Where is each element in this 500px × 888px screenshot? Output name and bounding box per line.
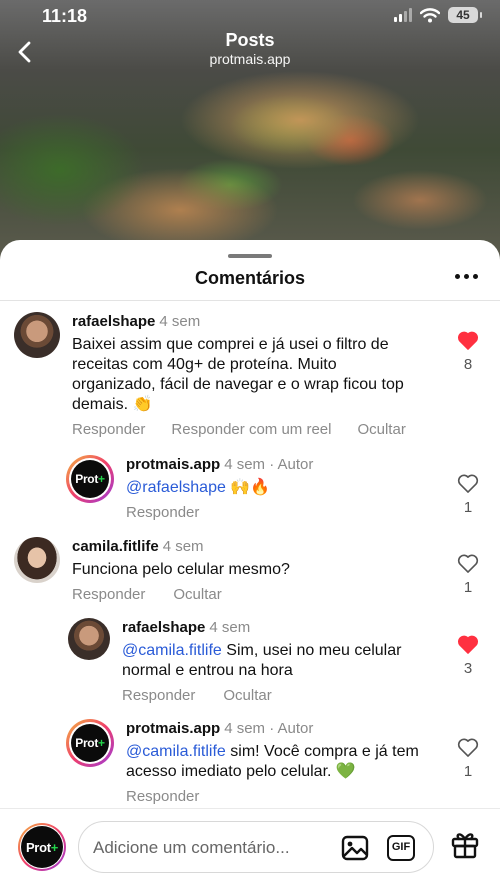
comment: camila.fitlife 4 sem Funciona pelo celula…	[14, 537, 444, 603]
comment-text: Baixei assim que comprei e já usei o fil…	[72, 336, 404, 413]
reply-with-reel-button[interactable]: Responder com um reel	[171, 421, 331, 438]
comment-actions: Responder Ocultar	[72, 586, 290, 603]
nav-title: Posts	[225, 30, 275, 50]
comment-meta: protmais.app 4 sem · Autor	[126, 719, 426, 739]
comment-username[interactable]: rafaelshape	[122, 619, 205, 636]
status-time: 11:18	[42, 6, 88, 26]
comment-actions: Responder	[126, 504, 313, 521]
comment-username[interactable]: camila.fitlife	[72, 538, 159, 555]
comment-meta: camila.fitlife 4 sem	[72, 537, 290, 557]
comment-actions: Responder	[126, 788, 426, 805]
comment-meta: protmais.app 4 sem · Autor	[126, 455, 313, 475]
reply-button[interactable]: Responder	[126, 788, 199, 805]
comment-text-body: 🙌🔥	[225, 479, 271, 496]
comment-text: @camila.fitlife Sim, usei no meu celular…	[122, 641, 422, 681]
avatar[interactable]	[14, 312, 60, 358]
comment: rafaelshape 4 sem Baixei assim que compre…	[14, 312, 444, 438]
comment-time: 4 sem · Autor	[224, 456, 314, 473]
comment-reply: rafaelshape 4 sem @camila.fitlife Sim, us…	[68, 618, 438, 704]
brand-avatar-plus: +	[50, 839, 59, 855]
gift-icon[interactable]	[450, 829, 480, 859]
comment-username[interactable]: protmais.app	[126, 456, 220, 473]
status-bar: 11:18 45	[0, 0, 500, 32]
heart-icon	[457, 474, 479, 493]
comment-reply: Prot + protmais.app 4 sem · Autor @rafaels…	[66, 455, 436, 521]
battery-icon: 45	[448, 7, 482, 23]
wifi-icon	[420, 7, 440, 22]
hide-button[interactable]: Ocultar	[223, 687, 271, 704]
like-count: 1	[463, 499, 473, 516]
like-count: 1	[463, 763, 473, 780]
like-button[interactable]: 8	[453, 330, 483, 373]
reply-button[interactable]: Responder	[72, 421, 145, 438]
brand-avatar-text: Prot	[75, 472, 99, 486]
cellular-signal-icon	[394, 8, 412, 22]
hide-button[interactable]: Ocultar	[357, 421, 405, 438]
like-count: 3	[463, 660, 473, 677]
like-button[interactable]: 3	[453, 634, 483, 677]
brand-avatar-text: Prot	[75, 736, 99, 750]
heart-icon	[457, 554, 479, 573]
mention-link[interactable]: @rafaelshape	[126, 479, 226, 496]
avatar[interactable]: Prot +	[66, 455, 114, 503]
comment-actions: Responder Responder com um reel Ocultar	[72, 421, 412, 438]
comment-time: 4 sem	[209, 619, 251, 636]
avatar[interactable]	[68, 618, 110, 660]
sheet-title: Comentários	[194, 268, 306, 288]
nav-subtitle[interactable]: protmais.app	[0, 50, 500, 68]
like-button[interactable]: 1	[453, 553, 483, 596]
brand-avatar-plus: +	[98, 736, 105, 750]
comment-username[interactable]: protmais.app	[126, 720, 220, 737]
current-user-avatar: Prot +	[18, 823, 66, 871]
image-icon[interactable]	[341, 835, 369, 861]
brand-avatar-text: Prot	[25, 839, 51, 855]
mention-link[interactable]: @camila.fitlife	[122, 642, 222, 659]
like-count: 1	[463, 579, 473, 596]
like-button[interactable]: 1	[453, 737, 483, 780]
reply-button[interactable]: Responder	[122, 687, 195, 704]
avatar[interactable]: Prot +	[66, 719, 114, 767]
hide-button[interactable]: Ocultar	[173, 586, 221, 603]
comment-text: @camila.fitlife sim! Você compra e já te…	[126, 742, 426, 782]
like-button[interactable]: 1	[453, 473, 483, 516]
comment-meta: rafaelshape 4 sem	[122, 618, 422, 638]
comment-text: Funciona pelo celular mesmo?	[72, 561, 290, 578]
heart-icon	[457, 738, 479, 757]
comment-time: 4 sem	[162, 538, 204, 555]
comment-input[interactable]: Adicione um comentário... GIF	[78, 821, 434, 873]
like-count: 8	[463, 356, 473, 373]
brand-avatar-plus: +	[98, 472, 105, 486]
comment-reply: Prot + protmais.app 4 sem · Autor @camila.…	[66, 719, 436, 805]
more-icon[interactable]	[455, 274, 478, 279]
reply-button[interactable]: Responder	[126, 504, 199, 521]
comment-input-placeholder: Adicione um comentário...	[93, 838, 290, 857]
avatar[interactable]	[14, 537, 60, 583]
drag-handle[interactable]	[228, 254, 272, 258]
mention-link[interactable]: @camila.fitlife	[126, 743, 226, 760]
comment-time: 4 sem · Autor	[224, 720, 314, 737]
divider	[0, 300, 500, 301]
comment-meta: rafaelshape 4 sem	[72, 312, 412, 332]
comment-composer: Prot + Adicione um comentário... GIF	[0, 808, 500, 888]
comment-text: @rafaelshape 🙌🔥	[126, 478, 313, 498]
heart-icon	[457, 331, 479, 350]
reply-button[interactable]: Responder	[72, 586, 145, 603]
gif-icon[interactable]: GIF	[387, 835, 415, 861]
heart-icon	[457, 635, 479, 654]
nav-bar: Posts protmais.app	[0, 30, 500, 74]
comment-actions: Responder Ocultar	[122, 687, 422, 704]
comment-time: 4 sem	[159, 313, 201, 330]
status-icons: 45	[394, 7, 482, 23]
comment-username[interactable]: rafaelshape	[72, 313, 155, 330]
